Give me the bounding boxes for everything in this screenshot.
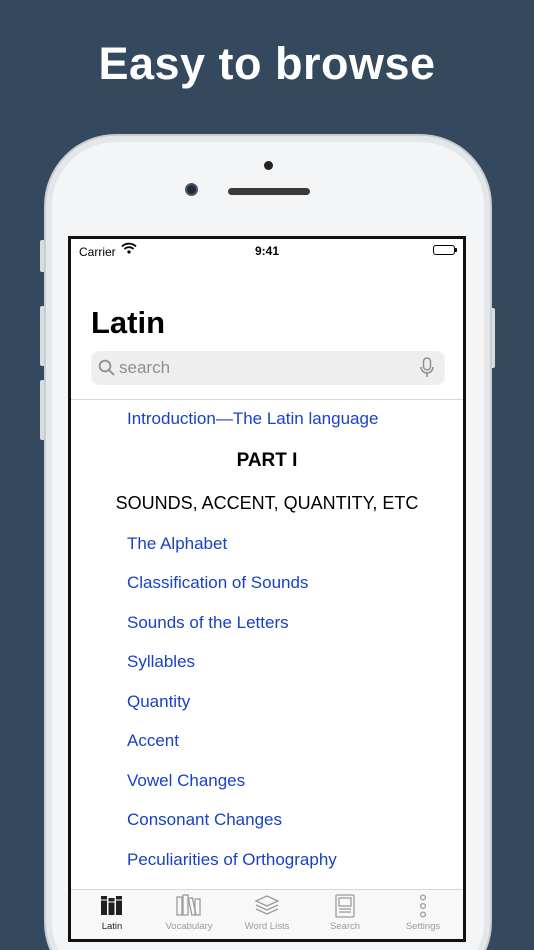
tab-search[interactable]: Search bbox=[306, 894, 384, 938]
page-title: Latin bbox=[91, 305, 166, 340]
tab-bar: Latin Vocabulary Word Lists Search Setti… bbox=[71, 889, 463, 939]
tab-label: Settings bbox=[405, 921, 441, 932]
library-icon bbox=[150, 894, 228, 918]
tab-label: Search bbox=[329, 921, 361, 932]
toc-link[interactable]: Classification of Sounds bbox=[71, 573, 463, 593]
front-camera bbox=[185, 183, 198, 196]
toc-link[interactable]: Vowel Changes bbox=[71, 771, 463, 791]
tab-label: Vocabulary bbox=[165, 921, 213, 932]
more-dots-icon bbox=[384, 894, 462, 918]
tab-label: Latin bbox=[101, 921, 123, 932]
toc-link[interactable]: Introduction—The Latin language bbox=[71, 409, 463, 429]
toc-link[interactable]: Syllables bbox=[71, 652, 463, 672]
divider bbox=[71, 399, 463, 400]
tab-settings[interactable]: Settings bbox=[384, 894, 462, 938]
status-bar: Carrier 9:41 bbox=[71, 239, 463, 263]
tab-latin[interactable]: Latin bbox=[73, 894, 151, 938]
book-search-icon bbox=[306, 894, 384, 918]
search-bar[interactable] bbox=[91, 351, 445, 385]
toc-link[interactable]: Sounds of the Letters bbox=[71, 613, 463, 633]
search-icon bbox=[98, 359, 115, 381]
earpiece-speaker bbox=[228, 188, 310, 195]
toc-link[interactable]: The Alphabet bbox=[71, 534, 463, 554]
toc-part-heading: PART I bbox=[236, 450, 298, 471]
stack-icon bbox=[228, 894, 306, 918]
battery-icon bbox=[433, 245, 457, 255]
toc-link[interactable]: Peculiarities of Orthography bbox=[71, 850, 463, 870]
status-time: 9:41 bbox=[254, 244, 280, 258]
books-icon bbox=[73, 894, 151, 918]
search-input[interactable] bbox=[119, 356, 409, 380]
proximity-sensor bbox=[264, 161, 273, 170]
tab-label: Word Lists bbox=[244, 921, 290, 932]
toc-link[interactable]: Consonant Changes bbox=[71, 810, 463, 830]
toc-link[interactable]: Quantity bbox=[71, 692, 463, 712]
tab-word-lists[interactable]: Word Lists bbox=[228, 894, 306, 938]
toc-section-heading: SOUNDS, ACCENT, QUANTITY, ETC bbox=[115, 493, 419, 513]
tab-vocabulary[interactable]: Vocabulary bbox=[150, 894, 228, 938]
toc-link[interactable]: Accent bbox=[71, 731, 463, 751]
headline: Easy to browse bbox=[98, 38, 436, 89]
microphone-icon[interactable] bbox=[420, 357, 434, 384]
app-screen: Carrier 9:41 Latin Int bbox=[68, 236, 466, 942]
